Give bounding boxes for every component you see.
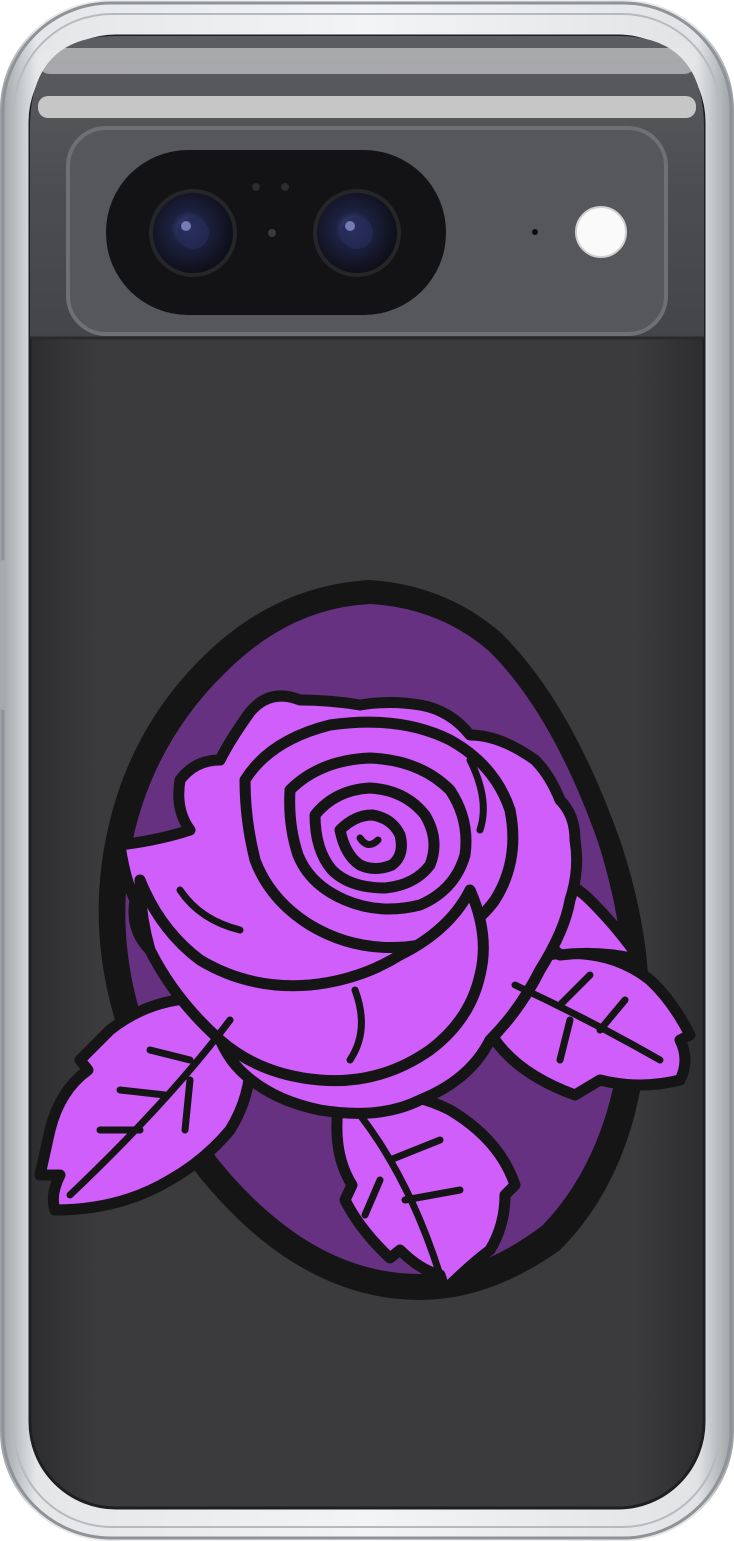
camera-lens-housing [106,150,446,315]
phone-case-image [0,0,734,1541]
flash-icon [575,206,627,258]
microphone-dot [532,229,538,235]
side-button [0,560,6,710]
